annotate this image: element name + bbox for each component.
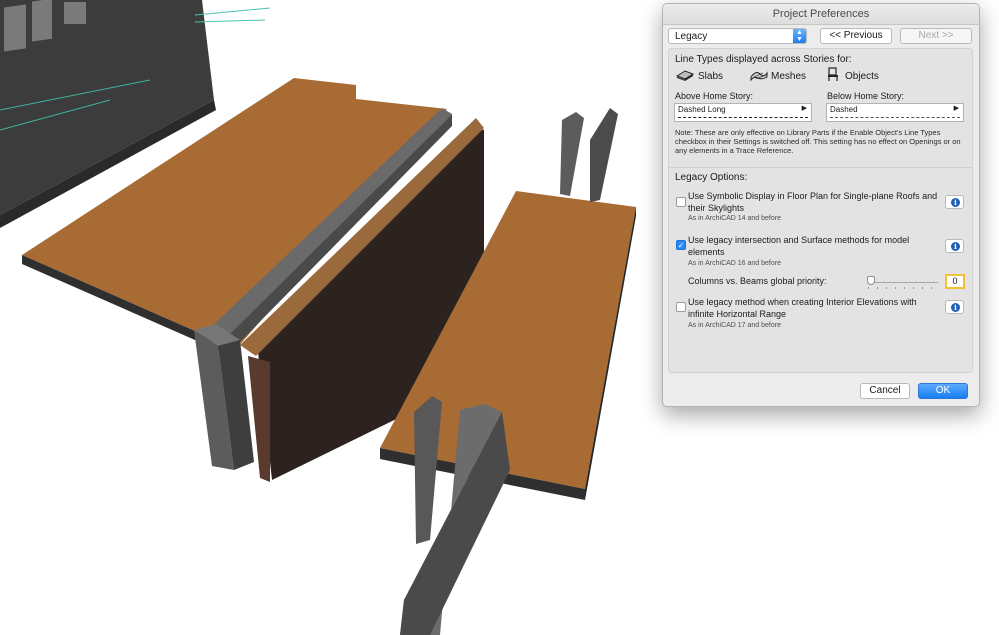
option-legacy-intersection-label: Use legacy intersection and Surface meth… bbox=[688, 235, 910, 257]
legacy-options-heading: Legacy Options: bbox=[675, 172, 748, 183]
preset-value: Legacy bbox=[675, 31, 708, 42]
info-button-1[interactable]: i bbox=[945, 195, 964, 209]
dashed-preview bbox=[830, 117, 960, 118]
triangle-right-icon: ▶ bbox=[953, 105, 959, 112]
priority-label: Columns vs. Beams global priority: bbox=[688, 276, 827, 286]
priority-slider-thumb[interactable] bbox=[867, 276, 875, 285]
info-button-3[interactable]: i bbox=[945, 300, 964, 314]
dashed-long-preview bbox=[678, 117, 808, 118]
dialog-title: Project Preferences bbox=[663, 4, 979, 25]
info-button-2[interactable]: i bbox=[945, 239, 964, 253]
option-legacy-intersection-note: As in ArchiCAD 16 and before bbox=[688, 260, 781, 267]
ok-button[interactable]: OK bbox=[918, 383, 968, 399]
above-line-type-value: Dashed Long bbox=[678, 105, 726, 114]
option-legacy-intersection-checkbox[interactable]: ✓ bbox=[676, 240, 686, 250]
priority-slider-track[interactable] bbox=[868, 282, 938, 283]
info-icon: i bbox=[951, 198, 960, 207]
line-types-note: Note: These are only effective on Librar… bbox=[675, 128, 961, 155]
type-label-objects: Objects bbox=[845, 71, 879, 82]
option-interior-elevations-checkbox[interactable] bbox=[676, 302, 686, 312]
below-line-type-selector[interactable]: Dashed ▶ bbox=[826, 103, 964, 122]
option-interior-elevations-note: As in ArchiCAD 17 and before bbox=[688, 322, 781, 329]
above-story-label: Above Home Story: bbox=[675, 91, 754, 101]
info-icon: i bbox=[951, 242, 960, 251]
above-line-type-selector[interactable]: Dashed Long ▶ bbox=[674, 103, 812, 122]
type-label-meshes: Meshes bbox=[771, 71, 807, 82]
previous-button[interactable]: << Previous bbox=[820, 28, 892, 44]
chair-icon bbox=[828, 67, 838, 81]
type-label-slabs: Slabs bbox=[698, 71, 724, 82]
option-symbolic-display-checkbox[interactable] bbox=[676, 197, 686, 207]
updown-arrows-icon: ▲ ▼ bbox=[793, 29, 806, 43]
columns-back bbox=[560, 108, 618, 202]
section-divider bbox=[669, 167, 972, 168]
next-button[interactable]: Next >> bbox=[900, 28, 972, 44]
cancel-button[interactable]: Cancel bbox=[860, 383, 910, 399]
line-types-heading: Line Types displayed across Stories for: bbox=[675, 54, 852, 65]
preset-dropdown[interactable]: Legacy ▲ ▼ bbox=[668, 28, 807, 44]
triangle-right-icon: ▶ bbox=[801, 105, 807, 112]
info-icon: i bbox=[951, 303, 960, 312]
slab-icon bbox=[676, 70, 694, 81]
option-symbolic-display-note: As in ArchiCAD 14 and before bbox=[688, 215, 781, 222]
priority-slider-ticks bbox=[868, 287, 938, 289]
option-symbolic-display-label: Use Symbolic Display in Floor Plan for S… bbox=[688, 191, 938, 213]
priority-value-input[interactable]: 0 bbox=[945, 274, 965, 289]
below-story-label: Below Home Story: bbox=[827, 91, 905, 101]
mesh-icon bbox=[750, 71, 768, 82]
option-interior-elevations-label: Use legacy method when creating Interior… bbox=[688, 297, 917, 319]
below-line-type-value: Dashed bbox=[830, 105, 858, 114]
project-preferences-dialog: Project Preferences Legacy ▲ ▼ << Previou… bbox=[662, 3, 980, 407]
